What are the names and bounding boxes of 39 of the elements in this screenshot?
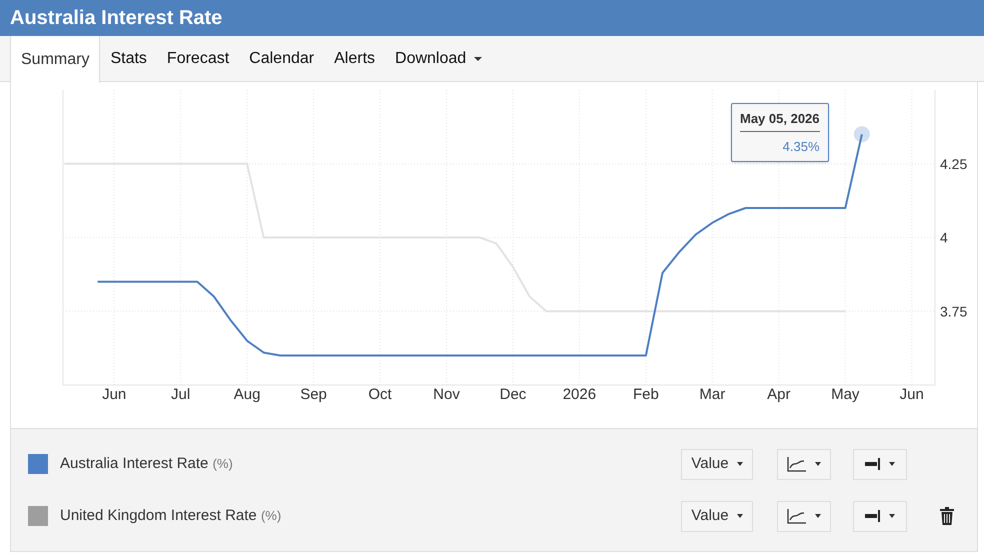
y-axis-label: 4.25	[940, 156, 968, 172]
legend-label: United Kingdom Interest Rate (%)	[60, 506, 282, 526]
x-axis-label: May	[831, 386, 860, 403]
x-axis-label: Mar	[699, 386, 726, 403]
value-dropdown[interactable]: Value	[681, 500, 753, 532]
tooltip-value: 4.35%	[782, 138, 820, 156]
x-axis-label: Oct	[368, 386, 392, 403]
chart-type-dropdown[interactable]	[777, 448, 831, 480]
x-axis-label: Apr	[767, 386, 790, 403]
tab[interactable]: Calendar	[239, 36, 324, 81]
x-axis-label: Jun	[102, 386, 126, 403]
x-axis-label: Sep	[300, 386, 327, 403]
line-style-icon	[865, 510, 881, 522]
y-axis-label: 4	[940, 230, 948, 246]
x-axis-label: Jul	[171, 386, 190, 403]
chart-type-dropdown[interactable]	[777, 500, 831, 532]
tab[interactable]: Alerts	[324, 36, 386, 81]
legend-label: Australia Interest Rate (%)	[60, 454, 234, 474]
tooltip-date: May 05, 2026	[740, 109, 820, 132]
tab[interactable]: Summary	[10, 36, 100, 83]
highlight-point	[854, 126, 870, 142]
tab[interactable]: Stats	[100, 36, 157, 81]
line-style-icon	[865, 458, 881, 470]
line-chart-icon	[787, 456, 807, 472]
x-axis-label: Feb	[632, 386, 659, 403]
x-axis-label: Jun	[900, 386, 924, 403]
y-axis-label: 3.75	[940, 303, 968, 320]
x-axis-label: Dec	[500, 386, 526, 403]
x-axis-label: Nov	[433, 386, 460, 403]
trash-icon[interactable]	[940, 507, 954, 525]
value-dropdown[interactable]: Value	[681, 448, 753, 480]
x-axis-label: 2026	[562, 386, 596, 403]
line-style-dropdown[interactable]	[853, 500, 907, 532]
line-style-dropdown[interactable]	[853, 448, 907, 480]
tab[interactable]: Forecast	[156, 36, 240, 81]
line-chart-icon	[787, 508, 807, 524]
x-axis-label: Aug	[234, 386, 260, 403]
tab[interactable]: Download	[385, 36, 492, 81]
page-title: Australia Interest Rate	[10, 6, 222, 31]
